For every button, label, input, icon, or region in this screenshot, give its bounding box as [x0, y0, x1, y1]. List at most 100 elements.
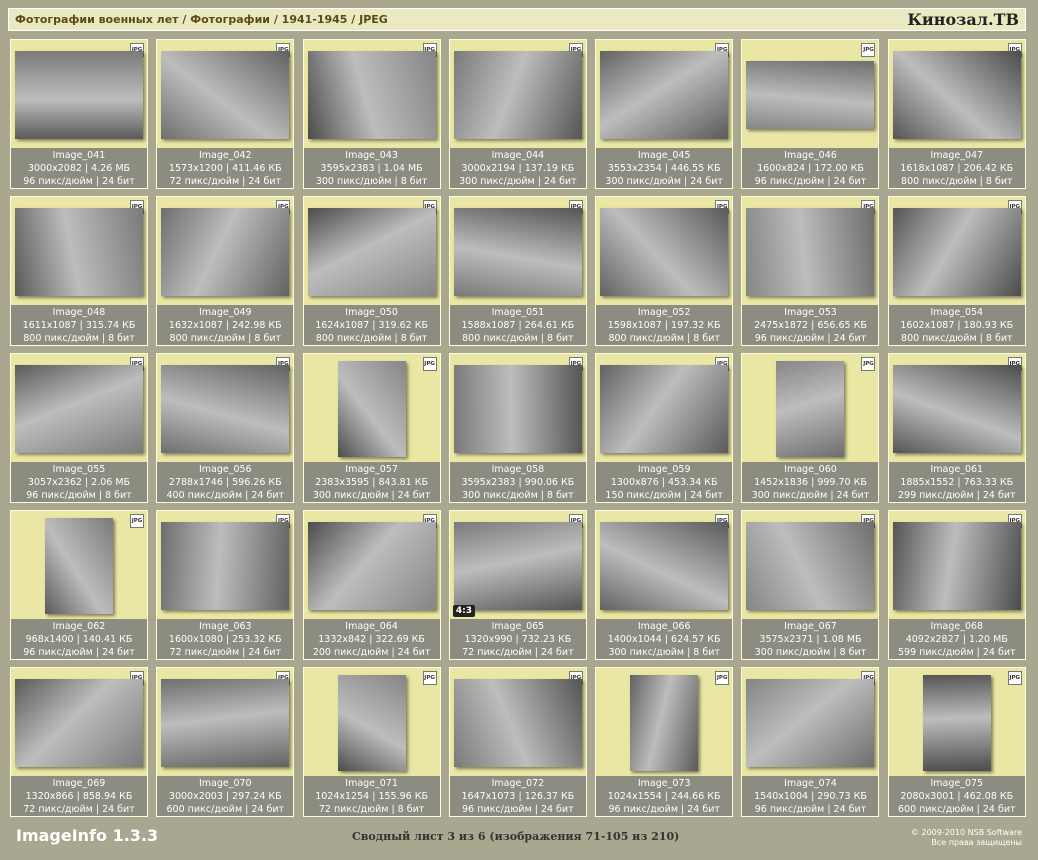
image-card[interactable]: JPG Image_053 2475x1872 | 656.65 КБ 96 пикс… [741, 196, 880, 346]
image-card[interactable]: JPG Image_052 1598x1087 | 197.32 КБ 800 пик… [595, 196, 734, 346]
photo-thumbnail[interactable] [307, 51, 436, 139]
image-name: Image_056 [198, 464, 252, 475]
image-bits: 8 бит [547, 333, 574, 344]
photo-thumbnail[interactable] [453, 51, 582, 139]
image-card[interactable]: JPG Image_070 3000x2003 | 297.24 КБ 600 пик… [156, 667, 295, 817]
image-size: 411.46 КБ [232, 163, 282, 174]
photo-thumbnail[interactable] [776, 361, 845, 457]
image-dpi: 96 пикс/дюйм [23, 647, 93, 658]
photo-thumbnail[interactable] [892, 522, 1021, 610]
image-card[interactable]: JPG Image_072 1647x1073 | 126.37 КБ 96 пикс… [448, 667, 587, 817]
image-meta: Image_067 3575x2371 | 1.08 МБ 300 пикс/дюй… [742, 619, 879, 659]
image-size: 297.24 КБ [232, 791, 282, 802]
image-card[interactable]: JPG Image_046 1600x824 | 172.00 КБ 96 пикс/… [741, 39, 880, 189]
photo-thumbnail[interactable] [45, 518, 113, 614]
photo-thumbnail[interactable] [600, 208, 729, 296]
photo-thumbnail[interactable] [746, 208, 875, 296]
image-name: Image_057 [345, 464, 398, 475]
photo-thumbnail[interactable] [453, 208, 582, 296]
image-card[interactable]: JPG Image_050 1624x1087 | 319.62 КБ 800 пик… [302, 196, 441, 346]
image-card[interactable]: JPG Image_071 1024x1254 | 155.96 КБ 72 пикс… [302, 667, 441, 817]
photo-thumbnail[interactable] [453, 365, 582, 453]
image-card[interactable]: JPG Image_062 968x1400 | 140.41 КБ 96 пикс/… [10, 510, 148, 660]
image-card[interactable]: JPG Image_041 3000x2082 | 4.26 МБ 96 пикс/д… [10, 39, 148, 189]
image-card[interactable]: JPG Image_048 1611x1087 | 315.74 КБ 800 пик… [10, 196, 148, 346]
image-card[interactable]: JPG Image_054 1602x1087 | 180.93 КБ 800 пик… [887, 196, 1026, 346]
image-name: Image_041 [52, 150, 106, 161]
photo-thumbnail[interactable] [746, 522, 875, 610]
photo-thumbnail[interactable] [337, 675, 406, 771]
photo-thumbnail[interactable] [600, 51, 729, 139]
image-bits: 8 бит [693, 647, 720, 658]
site-logo-text: Кинозал.ТВ [907, 10, 1019, 29]
image-card[interactable]: JPG Image_063 1600x1080 | 253.32 КБ 72 пикс… [156, 510, 295, 660]
image-card[interactable]: JPG Image_061 1885x1552 | 763.33 КБ 299 пик… [887, 353, 1026, 503]
photo-thumbnail[interactable] [161, 522, 290, 610]
thumbnail-frame [742, 203, 878, 301]
photo-thumbnail[interactable] [892, 208, 1021, 296]
image-card[interactable]: JPG Image_074 1540x1004 | 290.73 КБ 96 пикс… [741, 667, 880, 817]
image-meta: Image_055 3057x2362 | 2.06 МБ 96 пикс/дюйм… [11, 462, 147, 502]
image-card[interactable]: JPG Image_057 2383x3595 | 843.81 КБ 300 пик… [302, 353, 441, 503]
image-dims-size: 1024x1554 | 244.66 КБ [607, 791, 721, 802]
image-card[interactable]: JPG Image_049 1632x1087 | 242.98 КБ 800 пик… [156, 196, 295, 346]
image-size: 315.74 КБ [85, 320, 136, 331]
photo-thumbnail[interactable] [161, 679, 290, 767]
image-card[interactable]: JPG 4:3 Image_065 1320x990 | 732.23 КБ 72 пи… [448, 510, 587, 660]
image-dims-size: 4092x2827 | 1.20 МБ [905, 634, 1008, 645]
photo-thumbnail[interactable] [600, 365, 729, 453]
image-size: 1.04 МБ [383, 163, 423, 174]
image-card[interactable]: JPG Image_068 4092x2827 | 1.20 МБ 599 пикс/… [887, 510, 1026, 660]
image-name: Image_060 [784, 464, 837, 475]
image-name: Image_062 [52, 621, 106, 632]
image-bits: 24 бит [540, 804, 574, 815]
photo-thumbnail[interactable] [307, 522, 436, 610]
image-card[interactable]: JPG Image_045 3553x2354 | 446.55 КБ 300 пик… [595, 39, 734, 189]
photo-thumbnail[interactable] [453, 522, 582, 610]
photo-thumbnail[interactable] [892, 365, 1021, 453]
image-dims-size: 1598x1087 | 197.32 КБ [607, 320, 721, 331]
image-card[interactable]: JPG Image_055 3057x2362 | 2.06 МБ 96 пикс/д… [10, 353, 148, 503]
image-card[interactable]: JPG Image_044 3000x2194 | 137.19 КБ 300 пик… [448, 39, 587, 189]
image-meta: Image_047 1618x1087 | 206.42 КБ 800 пикс/д… [888, 148, 1025, 188]
photo-thumbnail[interactable] [630, 675, 699, 771]
photo-thumbnail[interactable] [922, 675, 991, 771]
image-card[interactable]: JPG Image_043 3595x2383 | 1.04 МБ 300 пикс/… [302, 39, 441, 189]
photo-thumbnail[interactable] [307, 208, 436, 296]
photo-thumbnail[interactable] [892, 51, 1021, 139]
photo-thumbnail[interactable] [600, 522, 729, 610]
image-dims: 1024x1254 [315, 791, 370, 802]
image-card[interactable]: JPG Image_058 3595x2383 | 990.06 КБ 300 пик… [448, 353, 587, 503]
photo-thumbnail[interactable] [15, 208, 143, 296]
image-card[interactable]: JPG Image_056 2788x1746 | 596.26 КБ 400 пик… [156, 353, 295, 503]
photo-thumbnail[interactable] [15, 365, 143, 453]
thumbnail-frame [742, 46, 878, 144]
image-name: Image_042 [198, 150, 252, 161]
image-meta: Image_070 3000x2003 | 297.24 КБ 600 пикс/д… [157, 776, 294, 816]
image-dpi: 96 пикс/дюйм [754, 176, 825, 187]
photo-thumbnail[interactable] [15, 51, 143, 139]
image-card[interactable]: JPG Image_060 1452x1836 | 999.70 КБ 300 пик… [741, 353, 880, 503]
thumbnail-frame [304, 517, 440, 615]
photo-thumbnail[interactable] [15, 679, 143, 767]
image-card[interactable]: JPG Image_073 1024x1554 | 244.66 КБ 96 пикс… [595, 667, 734, 817]
photo-thumbnail[interactable] [161, 208, 290, 296]
photo-thumbnail[interactable] [337, 361, 406, 457]
photo-thumbnail[interactable] [746, 61, 875, 129]
image-card[interactable]: JPG Image_067 3575x2371 | 1.08 МБ 300 пикс/… [741, 510, 880, 660]
image-meta: Image_054 1602x1087 | 180.93 КБ 800 пикс/д… [888, 305, 1025, 345]
image-card[interactable]: JPG Image_064 1332x842 | 322.69 КБ 200 пикс… [302, 510, 441, 660]
image-dpi-bits: 600 пикс/дюйм | 24 бит [166, 804, 285, 815]
photo-thumbnail[interactable] [746, 679, 875, 767]
image-card[interactable]: JPG Image_069 1320x866 | 858.94 КБ 72 пикс/… [10, 667, 148, 817]
image-card[interactable]: JPG Image_042 1573x1200 | 411.46 КБ 72 пикс… [156, 39, 295, 189]
photo-thumbnail[interactable] [161, 365, 290, 453]
image-card[interactable]: JPG Image_066 1400x1044 | 624.57 КБ 300 пик… [595, 510, 734, 660]
image-card[interactable]: JPG Image_047 1618x1087 | 206.42 КБ 800 пик… [887, 39, 1026, 189]
image-dims-size: 3575x2371 | 1.08 МБ [759, 634, 862, 645]
image-card[interactable]: JPG Image_059 1300x876 | 453.34 КБ 150 пикс… [595, 353, 734, 503]
photo-thumbnail[interactable] [453, 679, 582, 767]
photo-thumbnail[interactable] [161, 51, 290, 139]
image-card[interactable]: JPG Image_075 2080x3001 | 462.08 КБ 600 пик… [887, 667, 1026, 817]
image-card[interactable]: JPG Image_051 1588x1087 | 264.61 КБ 800 пик… [448, 196, 587, 346]
